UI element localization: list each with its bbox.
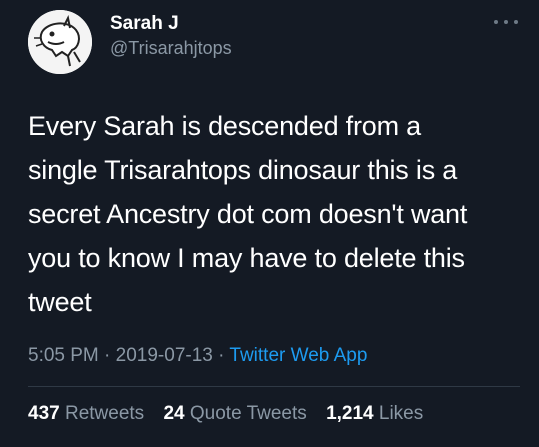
tweet-stats: 437 Retweets 24 Quote Tweets 1,214 Likes bbox=[28, 402, 437, 426]
quote-tweets-stat[interactable]: 24 Quote Tweets bbox=[163, 403, 306, 424]
more-options-button[interactable] bbox=[494, 16, 518, 28]
divider bbox=[28, 386, 520, 387]
tweet-card: Sarah J @Trisarahjtops Every Sarah is de… bbox=[0, 0, 539, 447]
ellipsis-dot-icon bbox=[504, 20, 508, 24]
meta-separator: · bbox=[104, 345, 111, 366]
likes-stat[interactable]: 1,214 Likes bbox=[326, 403, 423, 424]
tweet-header: Sarah J @Trisarahjtops bbox=[28, 10, 518, 76]
author-names: Sarah J @Trisarahjtops bbox=[110, 12, 232, 60]
dinosaur-sketch-icon bbox=[28, 10, 92, 74]
retweets-count: 437 bbox=[28, 403, 60, 424]
quote-tweets-count: 24 bbox=[163, 403, 185, 424]
tweet-source-link[interactable]: Twitter Web App bbox=[229, 345, 367, 366]
tweet-time[interactable]: 5:05 PM bbox=[28, 345, 99, 366]
retweets-stat[interactable]: 437 Retweets bbox=[28, 403, 144, 424]
ellipsis-dot-icon bbox=[494, 20, 498, 24]
user-handle[interactable]: @Trisarahjtops bbox=[110, 36, 232, 60]
quote-tweets-label: Quote Tweets bbox=[189, 403, 307, 424]
likes-count: 1,214 bbox=[326, 403, 374, 424]
tweet-text: Every Sarah is descended from a single T… bbox=[28, 111, 468, 317]
display-name[interactable]: Sarah J bbox=[110, 12, 232, 36]
avatar[interactable] bbox=[28, 10, 92, 74]
ellipsis-dot-icon bbox=[514, 20, 518, 24]
tweet-meta: 5:05 PM · 2019-07-13 · Twitter Web App bbox=[28, 344, 367, 368]
retweets-label: Retweets bbox=[64, 403, 145, 424]
meta-separator: · bbox=[218, 345, 225, 366]
likes-label: Likes bbox=[378, 403, 424, 424]
tweet-date[interactable]: 2019-07-13 bbox=[116, 345, 213, 366]
